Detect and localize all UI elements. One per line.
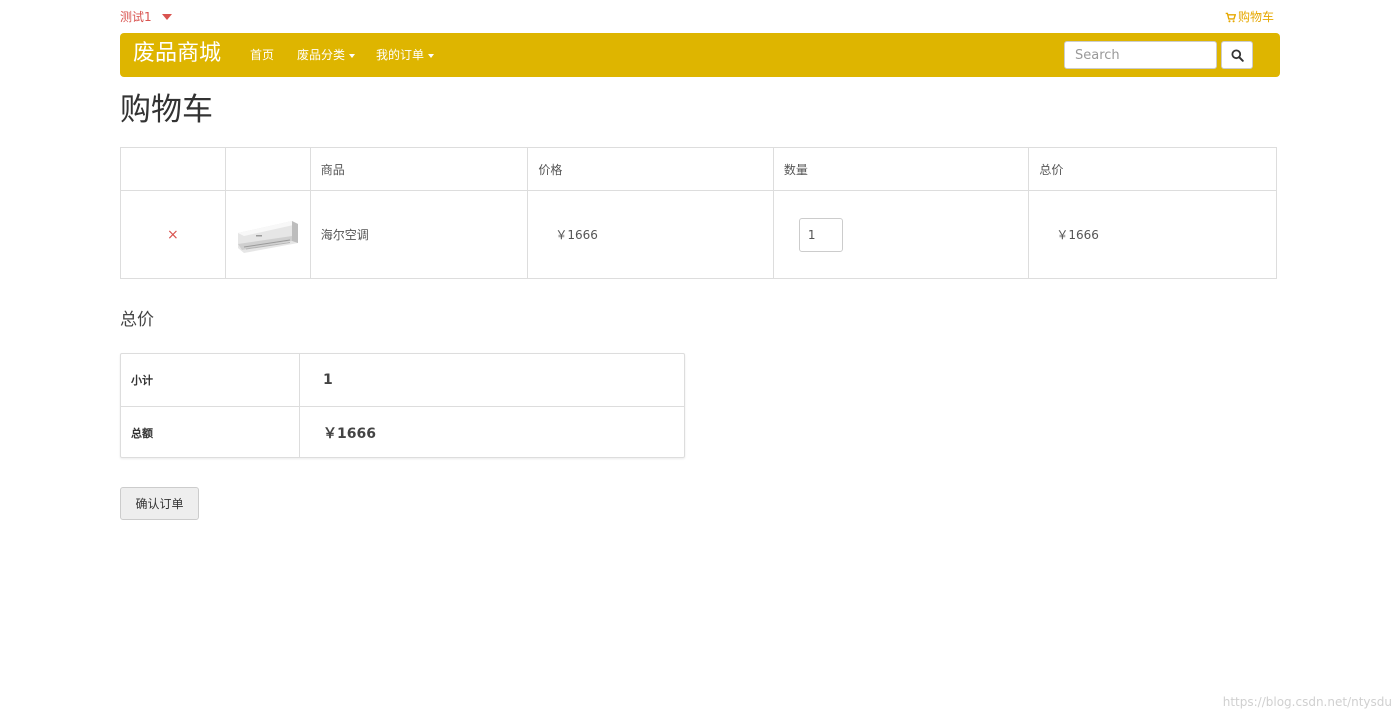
confirm-order-button[interactable]: 确认订单 bbox=[120, 487, 199, 520]
total-label: 总额 bbox=[131, 426, 153, 440]
header-total: 总价 bbox=[1028, 147, 1277, 191]
header-quantity: 数量 bbox=[772, 147, 1030, 191]
navbar: 废品商城 首页 废品分类 我的订单 bbox=[120, 33, 1280, 77]
nav-home-label: 首页 bbox=[250, 48, 275, 62]
header-product: 商品 bbox=[309, 147, 529, 191]
summary-row-total: 总额 ￥1666 bbox=[121, 406, 684, 458]
summary-row-subtotal: 小计 1 bbox=[121, 354, 684, 406]
caret-down-icon bbox=[349, 53, 356, 58]
header-price: 价格 bbox=[527, 147, 774, 191]
top-bar: 测试1 购物车 bbox=[120, 8, 1280, 26]
product-name-cell: 海尔空调 bbox=[309, 190, 529, 279]
cart-label: 购物车 bbox=[1237, 10, 1274, 24]
quantity-cell bbox=[772, 190, 1030, 279]
total-value: ￥1666 bbox=[323, 425, 376, 442]
user-menu[interactable]: 测试1 bbox=[120, 8, 172, 26]
summary-heading: 总价 bbox=[120, 310, 154, 330]
search-button[interactable] bbox=[1221, 41, 1253, 69]
cart-table: 商品 价格 数量 总价 × 海尔空调 ￥1666 1 ￥1666 bbox=[120, 147, 1277, 279]
nav-category-dropdown[interactable]: 废品分类 bbox=[297, 33, 356, 77]
quantity-input[interactable] bbox=[798, 217, 843, 252]
image-cell bbox=[224, 190, 311, 279]
subtotal-label: 小计 bbox=[131, 374, 153, 387]
price-cell: ￥1666 bbox=[527, 190, 774, 279]
search-input[interactable] bbox=[1064, 41, 1217, 69]
subtotal-value: 1 bbox=[323, 372, 333, 388]
table-row: × 海尔空调 ￥1666 ￥1666 bbox=[120, 190, 1277, 279]
nav-orders-dropdown[interactable]: 我的订单 bbox=[376, 33, 435, 77]
table-header-row: 商品 价格 数量 总价 bbox=[120, 147, 1277, 191]
watermark: https://blog.csdn.net/ntysdu bbox=[1222, 695, 1392, 709]
page-title: 购物车 bbox=[120, 92, 213, 128]
total-cell: ￥1666 bbox=[1028, 190, 1277, 279]
search-icon bbox=[1230, 48, 1244, 62]
cart-link[interactable]: 购物车 bbox=[1225, 8, 1274, 26]
cart-icon bbox=[1225, 12, 1236, 22]
caret-down-icon bbox=[161, 14, 172, 20]
remove-cell: × bbox=[120, 190, 226, 279]
nav-home[interactable]: 首页 bbox=[250, 33, 274, 77]
summary-table: 小计 1 总额 ￥1666 bbox=[120, 353, 685, 458]
air-conditioner-image bbox=[237, 220, 298, 253]
caret-down-icon bbox=[428, 53, 435, 58]
user-name: 测试1 bbox=[120, 10, 152, 24]
close-icon[interactable]: × bbox=[131, 227, 215, 243]
nav-category-label: 废品分类 bbox=[297, 48, 346, 62]
nav-orders-label: 我的订单 bbox=[376, 48, 425, 62]
header-remove bbox=[120, 147, 226, 191]
header-image bbox=[224, 147, 311, 191]
brand-logo[interactable]: 废品商城 bbox=[133, 33, 221, 75]
